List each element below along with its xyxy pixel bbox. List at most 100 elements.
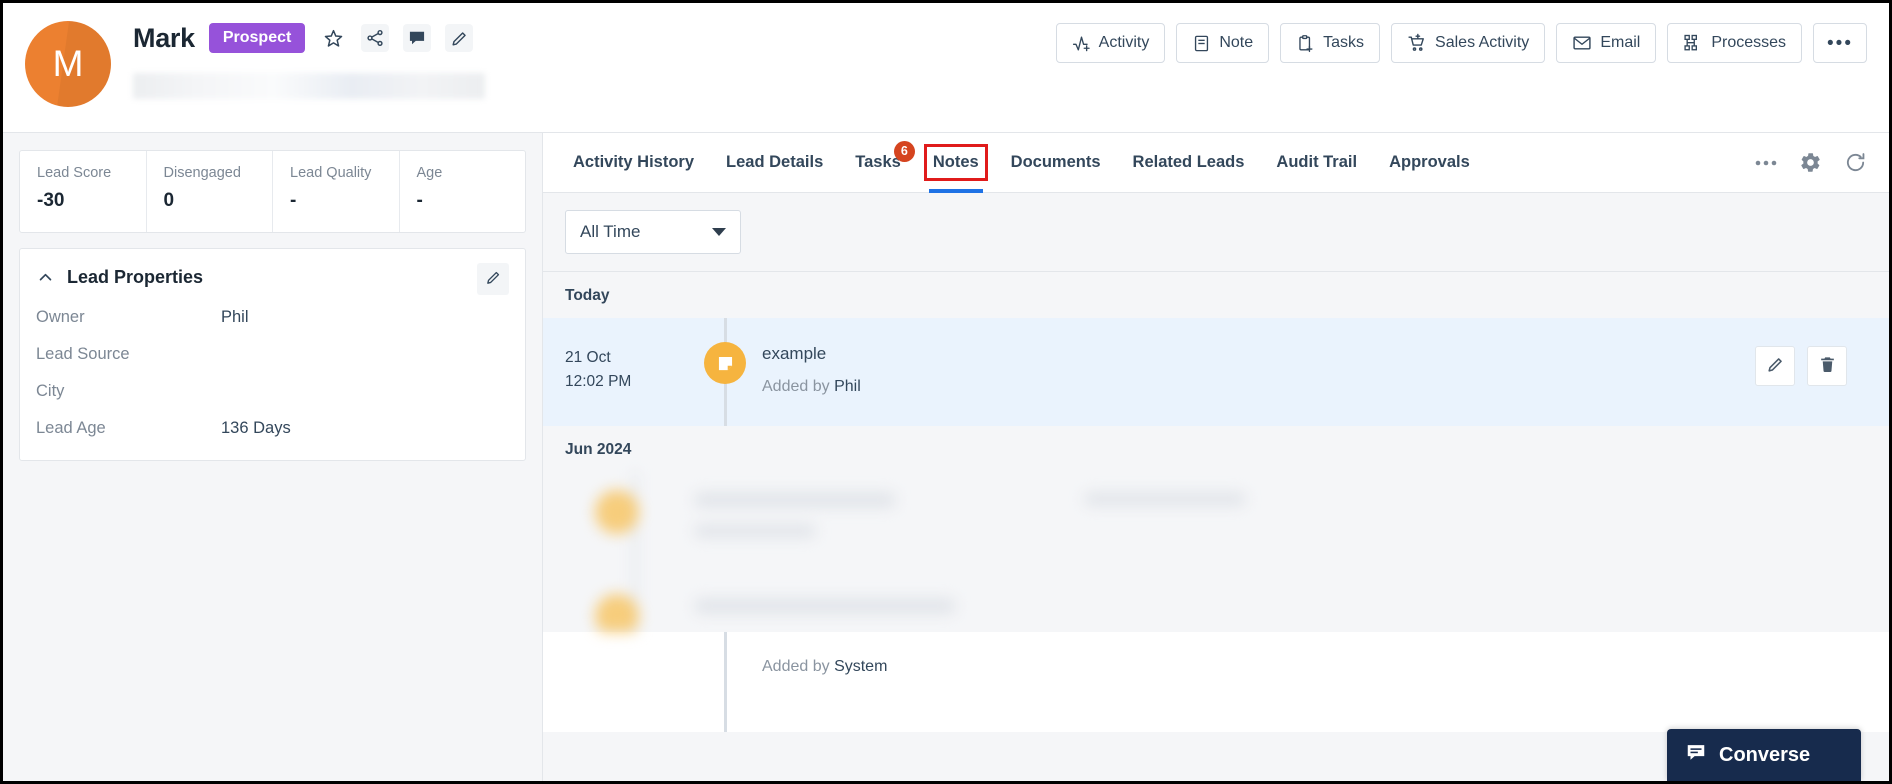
lead-properties-header[interactable]: Lead Properties (36, 267, 509, 288)
timeline-item-time: 12:02 PM (565, 373, 632, 391)
refresh-icon[interactable] (1844, 151, 1867, 174)
redacted-note-block (565, 472, 1867, 632)
tab-bar: Activity History Lead Details Tasks 6 No… (543, 133, 1889, 193)
metric-disengaged: Disengaged 0 (147, 151, 273, 232)
tab-related-leads[interactable]: Related Leads (1117, 133, 1261, 193)
record-header: M Mark Prospect Activity Note Tasks Sale… (3, 3, 1889, 133)
gear-icon[interactable] (1799, 151, 1822, 174)
activity-icon (1072, 34, 1091, 53)
tab-tasks[interactable]: Tasks 6 (839, 133, 917, 193)
comment-icon[interactable] (403, 24, 432, 52)
status-badge: Prospect (208, 23, 306, 53)
metric-lead-quality: Lead Quality - (273, 151, 400, 232)
time-range-value: All Time (580, 222, 641, 241)
pencil-icon (485, 269, 502, 289)
metric-age: Age - (400, 151, 526, 232)
metric-value: -30 (37, 190, 65, 211)
tab-documents[interactable]: Documents (995, 133, 1117, 193)
property-key: Lead Age (36, 419, 106, 437)
metric-lead-score: Lead Score -30 (20, 151, 147, 232)
identity-block: Mark Prospect (133, 17, 485, 99)
sales-activity-button[interactable]: Sales Activity (1391, 23, 1546, 63)
edit-properties-button[interactable] (477, 263, 509, 295)
lead-properties-title: Lead Properties (67, 267, 204, 287)
timeline-rail (688, 632, 762, 732)
metric-label: Age (416, 165, 443, 181)
added-by-name: System (834, 658, 888, 675)
note-icon (1192, 34, 1211, 53)
metric-label: Lead Quality (290, 165, 372, 181)
edit-note-button[interactable] (1755, 346, 1795, 386)
converse-button[interactable]: Converse (1667, 729, 1861, 781)
property-row-lead-source: Lead Source (36, 345, 509, 364)
metric-label: Lead Score (37, 165, 112, 181)
property-key: Owner (36, 308, 85, 326)
processes-button[interactable]: Processes (1667, 23, 1803, 63)
note-button[interactable]: Note (1176, 23, 1270, 63)
app-root: M Mark Prospect Activity Note Tasks Sale… (0, 0, 1892, 784)
more-options-icon[interactable] (1755, 160, 1777, 166)
timeline-item-datetime (543, 632, 688, 732)
timeline-item[interactable]: 21 Oct 12:02 PM example Added by Phil (543, 318, 1889, 426)
tab-label: Notes (923, 144, 988, 181)
cart-icon (1407, 33, 1427, 53)
property-key: City (36, 382, 65, 400)
tasks-button[interactable]: Tasks (1280, 23, 1381, 63)
timeline-item[interactable]: Added by System (543, 632, 1889, 732)
property-value: 136 Days (221, 419, 291, 437)
processes-button-label: Processes (1711, 34, 1787, 51)
property-row-city: City (36, 382, 509, 401)
email-button[interactable]: Email (1556, 23, 1657, 63)
left-sidebar: Lead Score -30 Disengaged 0 Lead Quality… (3, 133, 543, 781)
lead-properties-card: Lead Properties Owner Phil Lead Source C… (19, 248, 526, 461)
more-options-icon: ••• (1827, 32, 1853, 54)
filter-bar: All Time (543, 193, 1889, 272)
time-range-select[interactable]: All Time (565, 210, 741, 254)
tab-notes[interactable]: Notes (917, 133, 995, 193)
timeline-group-label-jun-2024: Jun 2024 (565, 441, 632, 458)
tab-label: Audit Trail (1276, 153, 1358, 171)
redaction-layer (565, 472, 1867, 632)
delete-note-button[interactable] (1807, 346, 1847, 386)
tab-audit-trail[interactable]: Audit Trail (1260, 133, 1373, 193)
property-key: Lead Source (36, 345, 130, 363)
metric-value: - (416, 190, 423, 211)
avatar-initial: M (52, 43, 84, 84)
timeline-rail (688, 318, 762, 426)
share-icon[interactable] (361, 24, 390, 52)
pencil-icon (1766, 355, 1785, 377)
email-button-label: Email (1600, 34, 1641, 51)
timeline-item-datetime: 21 Oct 12:02 PM (543, 318, 688, 426)
timeline-item-date: 21 Oct (565, 349, 611, 366)
tab-lead-details[interactable]: Lead Details (710, 133, 839, 193)
added-by-prefix: Added by (762, 378, 830, 395)
tasks-icon (1296, 34, 1315, 53)
redacted-subtitle (133, 73, 485, 99)
tab-bar-icons (1755, 151, 1867, 174)
note-title: example (762, 344, 827, 363)
property-row-lead-age: Lead Age 136 Days (36, 419, 509, 438)
tab-label: Lead Details (726, 153, 824, 171)
activity-button[interactable]: Activity (1055, 23, 1166, 63)
metric-label: Disengaged (163, 165, 241, 181)
chat-icon (1685, 741, 1707, 769)
property-row-owner: Owner Phil (36, 308, 509, 327)
header-actions: Activity Note Tasks Sales Activity Email… (1055, 3, 1889, 63)
added-by-name: Phil (834, 378, 861, 395)
trash-icon (1818, 355, 1837, 377)
metric-value: 0 (163, 190, 175, 211)
page-title: Mark (133, 22, 195, 53)
tab-activity-history[interactable]: Activity History (557, 133, 710, 193)
pencil-icon[interactable] (445, 24, 474, 52)
tab-approvals[interactable]: Approvals (1373, 133, 1486, 193)
tab-label: Activity History (573, 153, 695, 171)
processes-icon (1683, 33, 1703, 53)
header-more-button[interactable]: ••• (1813, 23, 1867, 63)
note-bullet-icon (704, 342, 746, 384)
chevron-up-icon[interactable] (36, 269, 54, 287)
timeline-group-label-today: Today (565, 287, 610, 304)
note-author-line: Added by Phil (762, 378, 1755, 396)
activity-button-label: Activity (1098, 34, 1150, 51)
body: Lead Score -30 Disengaged 0 Lead Quality… (3, 133, 1889, 781)
star-icon[interactable] (319, 24, 347, 52)
